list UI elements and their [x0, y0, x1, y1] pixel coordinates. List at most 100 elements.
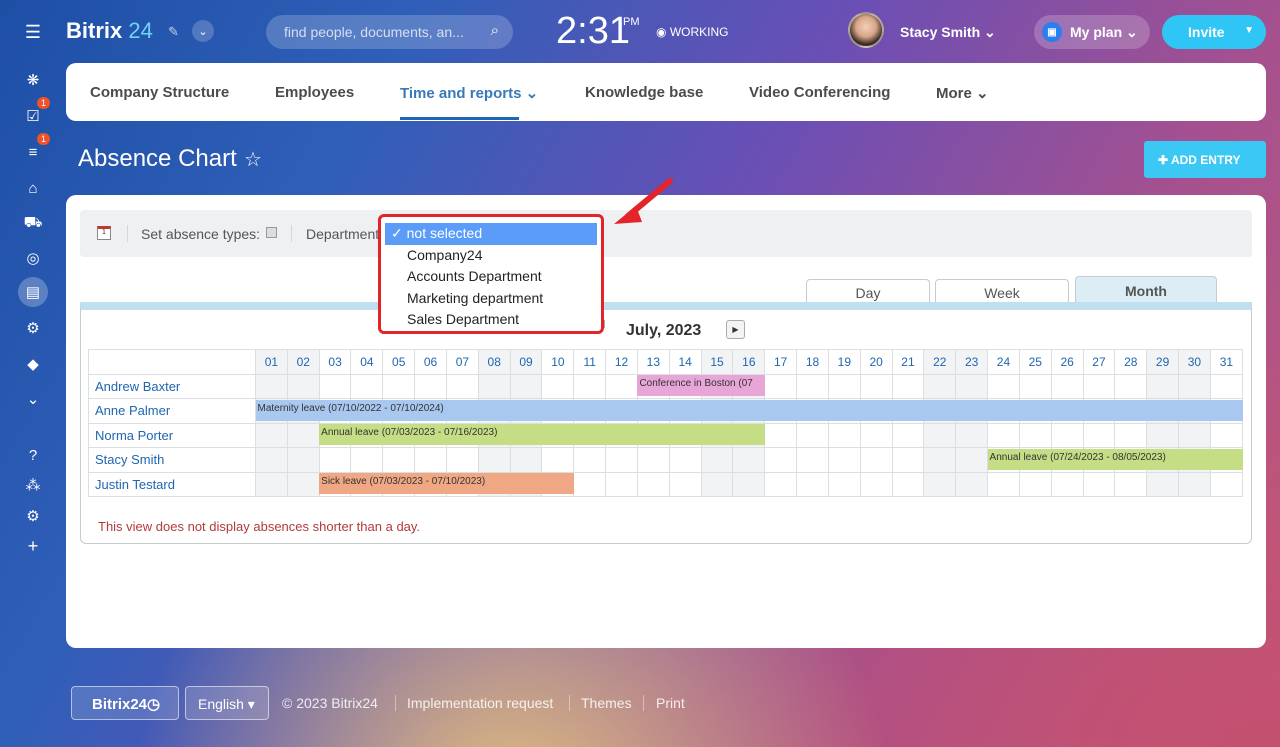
- day-cell[interactable]: [573, 447, 607, 473]
- day-cell[interactable]: [764, 373, 798, 399]
- day-cell[interactable]: [827, 422, 861, 448]
- day-cell[interactable]: [1050, 471, 1084, 497]
- day-cell[interactable]: [796, 373, 829, 399]
- day-cell[interactable]: [668, 471, 702, 497]
- day-cell[interactable]: [955, 373, 989, 399]
- structure-icon[interactable]: ⁂: [22, 474, 44, 496]
- tasks-icon[interactable]: ☑ 1: [22, 97, 51, 127]
- chevron-down-icon[interactable]: ⌄: [22, 388, 44, 410]
- day-cell[interactable]: [1018, 471, 1052, 497]
- day-cell[interactable]: [509, 373, 543, 399]
- day-cell[interactable]: [605, 373, 638, 399]
- next-month-button[interactable]: ▶: [726, 320, 745, 339]
- absence-bar[interactable]: Annual leave (07/24/2023 - 08/05/2023): [987, 448, 1243, 470]
- day-cell[interactable]: [1018, 422, 1052, 448]
- dropdown-option[interactable]: ✓ not selected: [385, 223, 597, 245]
- day-cell[interactable]: [1050, 422, 1084, 448]
- avatar[interactable]: [848, 12, 884, 48]
- day-cell[interactable]: [891, 471, 925, 497]
- target-icon[interactable]: ◎: [22, 247, 44, 269]
- chevron-down-icon[interactable]: ⌄: [192, 20, 214, 42]
- add-entry-button[interactable]: ✚ ADD ENTRY: [1144, 141, 1266, 178]
- day-cell[interactable]: [891, 447, 925, 473]
- day-cell[interactable]: [541, 373, 575, 399]
- employee-name[interactable]: Anne Palmer: [88, 398, 256, 424]
- day-cell[interactable]: [923, 422, 957, 448]
- day-cell[interactable]: [891, 422, 925, 448]
- day-cell[interactable]: [1146, 373, 1180, 399]
- department-dropdown[interactable]: ✓ not selected Company24 Accounts Departme…: [378, 214, 604, 334]
- my-plan-button[interactable]: ▣ My plan ⌄: [1034, 15, 1150, 49]
- day-cell[interactable]: [732, 447, 766, 473]
- tab-week[interactable]: Week: [935, 279, 1069, 304]
- day-cell[interactable]: [636, 471, 670, 497]
- day-cell[interactable]: [605, 447, 638, 473]
- day-cell[interactable]: [923, 447, 957, 473]
- settings-icon[interactable]: ⚙: [22, 505, 44, 527]
- absence-bar[interactable]: Sick leave (07/03/2023 - 07/10/2023): [319, 473, 574, 494]
- box-icon[interactable]: ◆: [22, 353, 44, 375]
- day-cell[interactable]: [286, 373, 320, 399]
- day-cell[interactable]: [1050, 373, 1084, 399]
- edit-icon[interactable]: ✎: [168, 24, 179, 40]
- day-cell[interactable]: [1146, 422, 1180, 448]
- logo[interactable]: Bitrix 24: [66, 18, 153, 44]
- day-cell[interactable]: [286, 422, 320, 448]
- day-cell[interactable]: [796, 422, 829, 448]
- day-cell[interactable]: [1178, 422, 1211, 448]
- day-cell[interactable]: [1114, 373, 1148, 399]
- day-cell[interactable]: [668, 447, 702, 473]
- day-cell[interactable]: [955, 447, 989, 473]
- day-cell[interactable]: [445, 447, 479, 473]
- day-cell[interactable]: [923, 471, 957, 497]
- day-cell[interactable]: [255, 422, 288, 448]
- day-cell[interactable]: [732, 471, 766, 497]
- footer-link-themes[interactable]: Themes: [581, 695, 632, 711]
- day-cell[interactable]: [987, 471, 1020, 497]
- day-cell[interactable]: [382, 373, 416, 399]
- day-cell[interactable]: [859, 471, 893, 497]
- day-cell[interactable]: [827, 447, 861, 473]
- day-cell[interactable]: [923, 373, 957, 399]
- day-cell[interactable]: [573, 373, 607, 399]
- day-cell[interactable]: [1114, 471, 1148, 497]
- day-cell[interactable]: [764, 422, 798, 448]
- absence-types-checkbox[interactable]: [266, 227, 277, 238]
- day-cell[interactable]: [859, 447, 893, 473]
- day-cell[interactable]: [796, 471, 829, 497]
- day-cell[interactable]: [350, 447, 384, 473]
- employees-icon[interactable]: ▤: [18, 277, 48, 307]
- day-cell[interactable]: [1178, 471, 1211, 497]
- help-icon[interactable]: ?: [22, 444, 44, 466]
- day-cell[interactable]: [318, 373, 352, 399]
- day-cell[interactable]: [827, 471, 861, 497]
- day-cell[interactable]: [255, 471, 288, 497]
- day-cell[interactable]: [827, 373, 861, 399]
- day-cell[interactable]: [255, 373, 288, 399]
- absence-bar[interactable]: Conference in Boston (07: [637, 375, 765, 396]
- day-cell[interactable]: [859, 373, 893, 399]
- day-cell[interactable]: [1114, 422, 1148, 448]
- day-cell[interactable]: [1146, 471, 1180, 497]
- day-cell[interactable]: [987, 422, 1020, 448]
- footer-link-print[interactable]: Print: [656, 695, 685, 711]
- invite-button[interactable]: Invite ▼: [1162, 15, 1266, 49]
- clock[interactable]: 2:31: [556, 10, 630, 53]
- day-cell[interactable]: [1209, 422, 1244, 448]
- cart-icon[interactable]: ⛟: [22, 212, 44, 234]
- absence-bar[interactable]: Maternity leave (07/10/2022 - 07/10/2024…: [255, 399, 1243, 421]
- employee-name[interactable]: Justin Testard: [88, 471, 256, 497]
- day-cell[interactable]: [477, 373, 511, 399]
- chevron-down-icon[interactable]: ▼: [1244, 25, 1254, 36]
- tab-day[interactable]: Day: [806, 279, 930, 304]
- feed-icon[interactable]: ❋: [22, 69, 44, 91]
- employee-name[interactable]: Andrew Baxter: [88, 373, 256, 399]
- day-cell[interactable]: [382, 447, 416, 473]
- tab-knowledge-base[interactable]: Knowledge base: [585, 84, 703, 101]
- day-cell[interactable]: [1209, 373, 1244, 399]
- day-cell[interactable]: [541, 447, 575, 473]
- day-cell[interactable]: [286, 471, 320, 497]
- day-cell[interactable]: [286, 447, 320, 473]
- day-cell[interactable]: [764, 471, 798, 497]
- tab-employees[interactable]: Employees: [275, 84, 354, 101]
